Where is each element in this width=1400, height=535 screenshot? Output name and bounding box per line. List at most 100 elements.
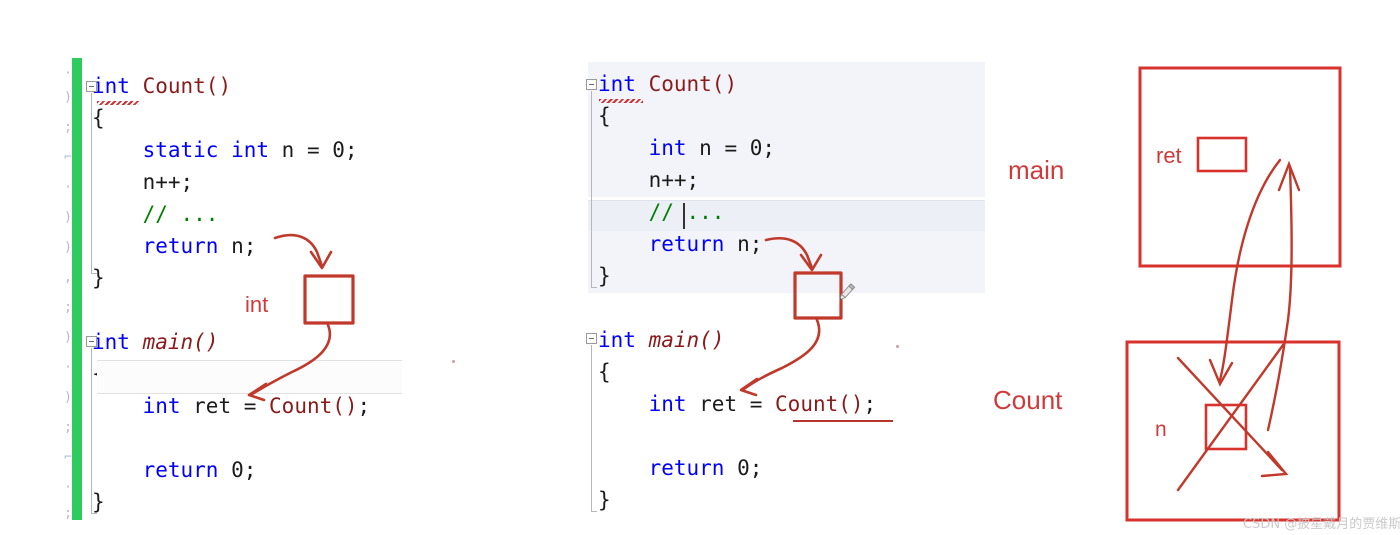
code-line[interactable]: { bbox=[598, 100, 998, 132]
code-token: // ... bbox=[142, 202, 219, 226]
code-token: return bbox=[142, 234, 219, 258]
code-token: int bbox=[231, 138, 270, 162]
code-line[interactable]: } bbox=[598, 484, 998, 516]
code-token: ; bbox=[357, 394, 371, 418]
code-token: } bbox=[92, 266, 105, 290]
code-token: Count() bbox=[775, 392, 864, 416]
code-token: n = 0; bbox=[269, 138, 358, 162]
code-line[interactable] bbox=[598, 292, 998, 324]
left-int-squiggle bbox=[97, 101, 139, 105]
csdn-watermark: CSDN @披星戴月的贾维斯 bbox=[1243, 517, 1400, 532]
code-token: ; bbox=[863, 392, 877, 416]
diagram-ret-label: ret bbox=[1156, 143, 1182, 168]
middle-outline-toggle-main[interactable] bbox=[586, 333, 597, 344]
stray-ink-dot-middle bbox=[896, 345, 899, 348]
code-token: return bbox=[648, 232, 725, 256]
code-line[interactable]: { bbox=[92, 102, 452, 134]
code-token: return bbox=[142, 458, 219, 482]
code-token: Count() bbox=[142, 74, 232, 98]
code-line[interactable]: int n = 0; bbox=[598, 132, 998, 164]
left-outline-toggle-count[interactable] bbox=[86, 81, 97, 92]
code-token: int bbox=[598, 72, 636, 96]
code-token: n++; bbox=[648, 168, 700, 192]
code-line[interactable] bbox=[92, 294, 452, 326]
code-line[interactable]: int Count() bbox=[598, 68, 998, 100]
code-line[interactable]: return n; bbox=[92, 230, 452, 262]
code-token: n; bbox=[724, 232, 763, 256]
code-line[interactable]: int Count() bbox=[92, 70, 452, 102]
code-token: int bbox=[648, 392, 687, 416]
left-current-line-highlight bbox=[97, 360, 402, 394]
code-line[interactable]: // ... bbox=[92, 198, 452, 230]
code-line[interactable] bbox=[92, 422, 452, 454]
pencil-cursor-icon bbox=[839, 283, 856, 301]
left-change-bar bbox=[72, 58, 82, 520]
code-token: ret = bbox=[180, 394, 270, 418]
code-token: n; bbox=[218, 234, 257, 258]
left-outline-bracket-count-foot bbox=[91, 273, 97, 274]
code-token: int bbox=[598, 328, 636, 352]
middle-outline-bracket-main-foot bbox=[591, 511, 597, 512]
diagram-n-label: n bbox=[1155, 418, 1167, 441]
code-token: main() bbox=[142, 330, 219, 354]
code-line[interactable]: // ... bbox=[598, 196, 998, 228]
code-token: n++; bbox=[142, 170, 194, 194]
code-token: 0; bbox=[724, 456, 763, 480]
code-line[interactable]: { bbox=[598, 356, 998, 388]
code-line[interactable]: n++; bbox=[598, 164, 998, 196]
middle-text-caret bbox=[683, 203, 685, 229]
middle-outline-bracket-count-foot bbox=[591, 287, 597, 288]
code-token: int bbox=[142, 394, 181, 418]
code-token: int bbox=[648, 136, 687, 160]
code-token: return bbox=[648, 456, 725, 480]
code-token: main() bbox=[648, 328, 725, 352]
code-line[interactable] bbox=[598, 420, 998, 452]
left-int-annotation: int bbox=[245, 292, 269, 317]
code-line[interactable]: return 0; bbox=[598, 452, 998, 484]
code-token: } bbox=[92, 490, 105, 514]
diagram-main-label: main bbox=[1008, 155, 1065, 185]
code-token: Count() bbox=[648, 72, 738, 96]
code-line[interactable]: } bbox=[598, 260, 998, 292]
code-token: ret = bbox=[686, 392, 776, 416]
code-line[interactable]: return 0; bbox=[92, 454, 452, 486]
code-line[interactable]: return n; bbox=[598, 228, 998, 260]
middle-int-squiggle bbox=[599, 99, 643, 103]
code-token: int bbox=[92, 74, 130, 98]
middle-count-call-underline bbox=[793, 420, 893, 422]
code-token: // ... bbox=[648, 200, 725, 224]
code-token: } bbox=[598, 264, 611, 288]
code-line[interactable]: int main() bbox=[92, 326, 452, 358]
middle-outline-toggle-count[interactable] bbox=[586, 79, 597, 90]
left-code-editor[interactable]: int Count() { static int n = 0; n++; // .… bbox=[92, 70, 452, 520]
code-token: { bbox=[598, 360, 611, 384]
code-line[interactable]: int main() bbox=[598, 324, 998, 356]
left-outline-bracket-main-foot bbox=[91, 513, 97, 514]
code-token: 0; bbox=[218, 458, 257, 482]
left-outline-bracket-main bbox=[91, 348, 92, 513]
code-line[interactable]: int ret = Count(); bbox=[598, 388, 998, 420]
left-outline-toggle-main[interactable] bbox=[86, 336, 97, 347]
code-token: { bbox=[92, 106, 105, 130]
middle-code-editor[interactable]: int Count() { int n = 0; n++; // ... retu… bbox=[598, 68, 998, 518]
code-line[interactable]: int ret = Count(); bbox=[92, 390, 452, 422]
code-line[interactable]: } bbox=[92, 262, 452, 294]
code-line[interactable]: } bbox=[92, 486, 452, 518]
code-token: } bbox=[598, 488, 611, 512]
code-token: { bbox=[598, 104, 611, 128]
code-line[interactable]: n++; bbox=[92, 166, 452, 198]
code-token: int bbox=[92, 330, 130, 354]
code-line[interactable]: static int n = 0; bbox=[92, 134, 452, 166]
